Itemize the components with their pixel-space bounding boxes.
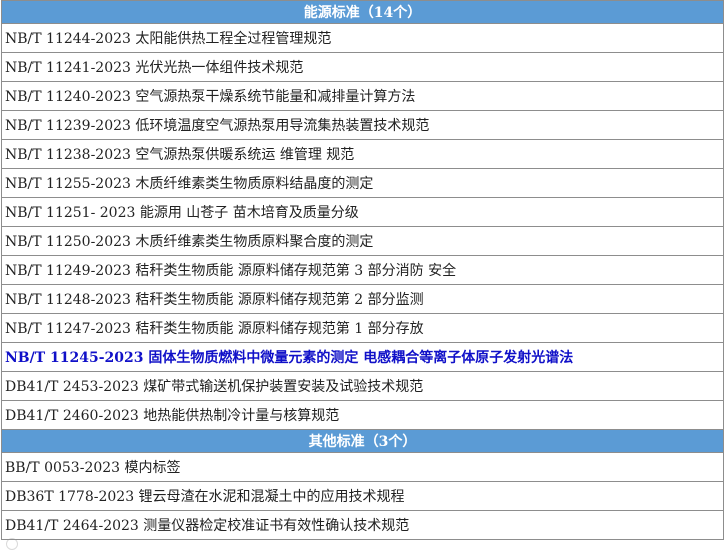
standard-cell: NB/T 11240-2023 空气源热泵干燥系统节能量和减排量计算方法 (1, 81, 724, 111)
standard-cell-highlighted: NB/T 11245-2023 固体生物质燃料中微量元素的测定 电感耦合等离子体… (1, 342, 724, 372)
table-row: NB/T 11239-2023 低环境温度空气源热泵用导流集热装置技术规范 (1, 110, 724, 140)
table-row: NB/T 11249-2023 秸秆类生物质能 源原料储存规范第 3 部分消防 … (1, 255, 724, 285)
table-row: NB/T 11244-2023 太阳能供热工程全过程管理规范 (1, 23, 724, 53)
energy-section-header: 能源标准（14个） (1, 0, 724, 24)
standard-cell: DB41/T 2453-2023 煤矿带式输送机保护装置安装及试验技术规范 (1, 371, 724, 401)
standard-cell: DB36T 1778-2023 锂云母渣在水泥和混凝土中的应用技术规程 (1, 481, 724, 511)
standard-cell: NB/T 11239-2023 低环境温度空气源热泵用导流集热装置技术规范 (1, 110, 724, 140)
standard-cell: NB/T 11248-2023 秸秆类生物质能 源原料储存规范第 2 部分监测 (1, 284, 724, 314)
other-section-header: 其他标准（3个） (1, 429, 724, 453)
standard-cell: NB/T 11251- 2023 能源用 山苍子 苗木培育及质量分级 (1, 197, 724, 227)
standard-cell: DB41/T 2460-2023 地热能供热制冷计量与核算规范 (1, 400, 724, 430)
other-header-cell: 其他标准（3个） (1, 429, 724, 453)
table-row: NB/T 11241-2023 光伏光热一体组件技术规范 (1, 52, 724, 82)
table-row: DB36T 1778-2023 锂云母渣在水泥和混凝土中的应用技术规程 (1, 481, 724, 511)
table-row: NB/T 11255-2023 木质纤维素类生物质原料结晶度的测定 (1, 168, 724, 198)
table-row: NB/T 11247-2023 秸秆类生物质能 源原料储存规范第 1 部分存放 (1, 313, 724, 343)
table-row-highlighted: NB/T 11245-2023 固体生物质燃料中微量元素的测定 电感耦合等离子体… (1, 342, 724, 372)
standard-cell: BB/T 0053-2023 模内标签 (1, 452, 724, 482)
table-row: NB/T 11238-2023 空气源热泵供暖系统运 维管理 规范 (1, 139, 724, 169)
table-row: NB/T 11240-2023 空气源热泵干燥系统节能量和减排量计算方法 (1, 81, 724, 111)
standard-cell: NB/T 11244-2023 太阳能供热工程全过程管理规范 (1, 23, 724, 53)
standards-table: 能源标准（14个） NB/T 11244-2023 太阳能供热工程全过程管理规范… (1, 0, 724, 540)
standard-cell: NB/T 11249-2023 秸秆类生物质能 源原料储存规范第 3 部分消防 … (1, 255, 724, 285)
standard-cell: DB41/T 2464-2023 测量仪器检定校准证书有效性确认技术规范 (1, 510, 724, 540)
table-row: NB/T 11250-2023 木质纤维素类生物质原料聚合度的测定 (1, 226, 724, 256)
table-row: DB41/T 2460-2023 地热能供热制冷计量与核算规范 (1, 400, 724, 430)
standard-cell: NB/T 11250-2023 木质纤维素类生物质原料聚合度的测定 (1, 226, 724, 256)
standard-cell: NB/T 11255-2023 木质纤维素类生物质原料结晶度的测定 (1, 168, 724, 198)
energy-header-cell: 能源标准（14个） (1, 0, 724, 24)
standard-cell: NB/T 11247-2023 秸秆类生物质能 源原料储存规范第 1 部分存放 (1, 313, 724, 343)
standard-cell: NB/T 11238-2023 空气源热泵供暖系统运 维管理 规范 (1, 139, 724, 169)
table-row: DB41/T 2453-2023 煤矿带式输送机保护装置安装及试验技术规范 (1, 371, 724, 401)
table-row: NB/T 11251- 2023 能源用 山苍子 苗木培育及质量分级 (1, 197, 724, 227)
standard-cell: NB/T 11241-2023 光伏光热一体组件技术规范 (1, 52, 724, 82)
table-row: NB/T 11248-2023 秸秆类生物质能 源原料储存规范第 2 部分监测 (1, 284, 724, 314)
table-row: BB/T 0053-2023 模内标签 (1, 452, 724, 482)
table-row: DB41/T 2464-2023 测量仪器检定校准证书有效性确认技术规范 (1, 510, 724, 540)
